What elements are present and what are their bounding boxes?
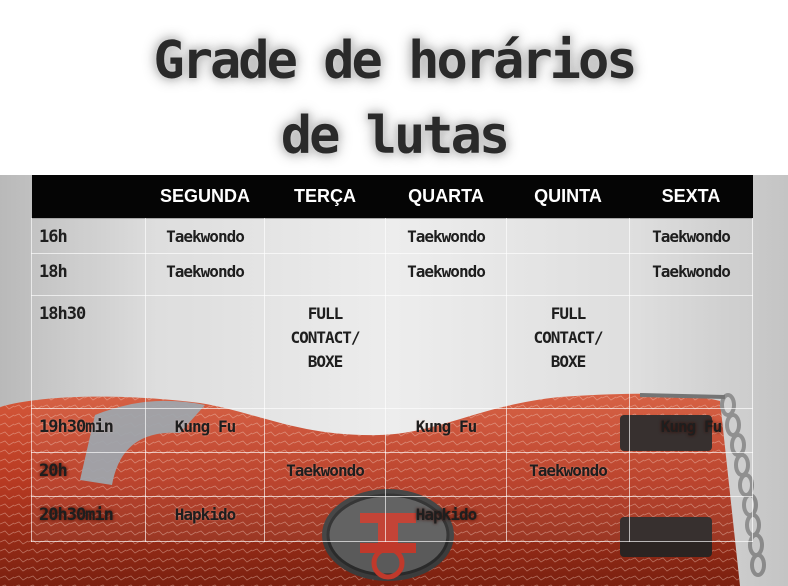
header-day: QUINTA <box>506 175 630 219</box>
class-cell <box>506 496 630 542</box>
class-cell: Hapkido <box>385 496 507 542</box>
class-cell: Taekwondo <box>145 253 265 296</box>
class-cell <box>629 295 753 409</box>
header-day: SEXTA <box>629 175 753 219</box>
header-day: SEGUNDA <box>145 175 265 219</box>
table-row: 18h Taekwondo Taekwondo Taekwondo <box>31 253 753 296</box>
class-cell: Kung Fu <box>385 408 507 453</box>
class-cell: Kung Fu <box>145 408 265 453</box>
class-cell <box>385 295 507 409</box>
time-cell: 16h <box>31 218 146 254</box>
class-cell: Taekwondo <box>629 253 753 296</box>
class-cell: Taekwondo <box>385 218 507 254</box>
title-line-1: Grade de horários <box>153 31 637 91</box>
header-day: TERÇA <box>264 175 386 219</box>
class-cell: Kung Fu <box>629 408 753 453</box>
schedule-table: SEGUNDA TERÇA QUARTA QUINTA SEXTA 16h Ta… <box>31 175 753 542</box>
table-row: 16h Taekwondo Taekwondo Taekwondo <box>31 218 753 254</box>
class-cell <box>629 496 753 542</box>
time-cell: 19h30min <box>31 408 146 453</box>
page-title: Grade de horários de lutas <box>0 24 788 175</box>
class-cell <box>264 218 386 254</box>
header-day: QUARTA <box>385 175 507 219</box>
table-row: 20h30min Hapkido Hapkido <box>31 496 753 542</box>
table-row: 19h30min Kung Fu Kung Fu Kung Fu <box>31 408 753 453</box>
class-cell: Taekwondo <box>385 253 507 296</box>
class-cell <box>145 295 265 409</box>
class-cell: FULL CONTACT/ BOXE <box>506 295 630 409</box>
class-cell: Taekwondo <box>629 218 753 254</box>
class-cell: Taekwondo <box>264 452 386 497</box>
class-cell: Hapkido <box>145 496 265 542</box>
class-cell: FULL CONTACT/ BOXE <box>264 295 386 409</box>
table-row: 20h Taekwondo Taekwondo <box>31 452 753 497</box>
table-header-row: SEGUNDA TERÇA QUARTA QUINTA SEXTA <box>31 175 753 219</box>
class-cell <box>145 452 265 497</box>
time-cell: 20h <box>31 452 146 497</box>
class-cell: Taekwondo <box>506 452 630 497</box>
class-cell <box>506 253 630 296</box>
time-cell: 20h30min <box>31 496 146 542</box>
header-time-cell <box>31 175 146 219</box>
time-cell: 18h30 <box>31 295 146 409</box>
title-line-2: de lutas <box>280 106 510 167</box>
class-cell <box>629 452 753 497</box>
class-cell: Taekwondo <box>145 218 265 254</box>
class-cell <box>385 452 507 497</box>
class-cell <box>264 408 386 453</box>
time-cell: 18h <box>31 253 146 296</box>
class-cell <box>506 218 630 254</box>
class-cell <box>264 496 386 542</box>
class-cell <box>506 408 630 453</box>
table-row: 18h30 FULL CONTACT/ BOXE FULL CONTACT/ B… <box>31 295 753 409</box>
class-cell <box>264 253 386 296</box>
